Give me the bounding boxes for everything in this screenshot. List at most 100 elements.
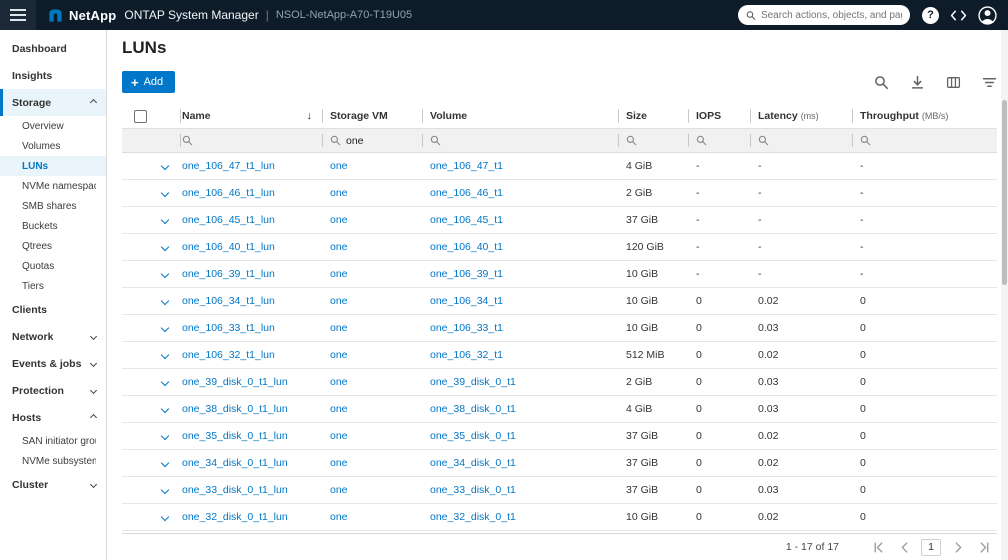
menu-icon[interactable] [0,0,36,30]
lun-name-link[interactable]: one_34_disk_0_t1_lun [182,457,288,469]
storage-vm-link[interactable]: one [330,403,348,415]
sidebar-item-volumes[interactable]: Volumes [0,136,106,156]
volume-link[interactable]: one_38_disk_0_t1 [430,403,516,415]
sidebar-item-clients[interactable]: Clients [0,296,106,323]
lun-name-link[interactable]: one_106_47_t1_lun [182,160,275,172]
lun-name-link[interactable]: one_106_46_t1_lun [182,187,275,199]
table-row[interactable]: one_34_disk_0_t1_lun one one_34_disk_0_t… [122,450,997,477]
lun-name-link[interactable]: one_106_45_t1_lun [182,214,275,226]
lun-name-link[interactable]: one_35_disk_0_t1_lun [182,430,288,442]
code-button[interactable] [950,9,967,22]
column-header-iops[interactable]: IOPS [688,104,750,128]
add-button[interactable]: + Add [122,71,176,93]
volume-link[interactable]: one_32_disk_0_t1 [430,511,516,523]
expand-row-icon[interactable] [160,350,170,360]
row-expand-cell[interactable] [150,477,180,503]
expand-row-icon[interactable] [160,458,170,468]
sidebar-item-tiers[interactable]: Tiers [0,276,106,296]
search-icon[interactable] [874,75,889,90]
lun-name-link[interactable]: one_106_40_t1_lun [182,241,275,253]
sidebar-item-storage[interactable]: Storage [0,89,106,116]
row-expand-cell[interactable] [150,288,180,314]
row-expand-cell[interactable] [150,342,180,368]
storage-vm-link[interactable]: one [330,214,348,226]
sort-desc-icon[interactable]: ↓ [307,110,313,122]
table-row[interactable]: one_106_34_t1_lun one one_106_34_t1 10 G… [122,288,997,315]
storage-vm-link[interactable]: one [330,268,348,280]
row-expand-cell[interactable] [150,261,180,287]
sidebar-item-dashboard[interactable]: Dashboard [0,35,106,62]
volume-link[interactable]: one_35_disk_0_t1 [430,430,516,442]
table-row[interactable]: one_38_disk_0_t1_lun one one_38_disk_0_t… [122,396,997,423]
row-expand-cell[interactable] [150,450,180,476]
storage-vm-link[interactable]: one [330,295,348,307]
storage-vm-link[interactable]: one [330,511,348,523]
sidebar-item-qtrees[interactable]: Qtrees [0,236,106,256]
sidebar-item-san-initiator-groups[interactable]: SAN initiator groups [0,431,106,451]
expand-row-icon[interactable] [160,485,170,495]
volume-link[interactable]: one_33_disk_0_t1 [430,484,516,496]
storage-vm-link[interactable]: one [330,322,348,334]
storage-vm-link[interactable]: one [330,241,348,253]
global-search[interactable] [738,5,910,25]
table-row[interactable]: one_106_45_t1_lun one one_106_45_t1 37 G… [122,207,997,234]
expand-row-icon[interactable] [160,161,170,171]
lun-name-link[interactable]: one_106_33_t1_lun [182,322,275,334]
column-header-storage-vm[interactable]: Storage VM [322,104,422,128]
table-row[interactable]: one_106_47_t1_lun one one_106_47_t1 4 Gi… [122,153,997,180]
table-row[interactable]: one_106_40_t1_lun one one_106_40_t1 120 … [122,234,997,261]
vertical-scrollbar[interactable] [1001,30,1008,560]
storage-vm-link[interactable]: one [330,160,348,172]
volume-link[interactable]: one_106_46_t1 [430,187,503,199]
row-expand-cell[interactable] [150,180,180,206]
volume-link[interactable]: one_34_disk_0_t1 [430,457,516,469]
sidebar-item-buckets[interactable]: Buckets [0,216,106,236]
current-page-input[interactable]: 1 [921,538,941,556]
table-row[interactable]: one_32_disk_0_t1_lun one one_32_disk_0_t… [122,504,997,531]
sidebar-item-network[interactable]: Network [0,323,106,350]
row-expand-cell[interactable] [150,315,180,341]
expand-row-icon[interactable] [160,269,170,279]
sidebar-item-nvme-namespaces[interactable]: NVMe namespaces [0,176,106,196]
table-row[interactable]: one_106_32_t1_lun one one_106_32_t1 512 … [122,342,997,369]
sidebar-item-luns[interactable]: LUNs [0,156,106,176]
lun-name-link[interactable]: one_106_39_t1_lun [182,268,275,280]
column-header-name[interactable]: Name ↓ [180,104,322,128]
row-expand-cell[interactable] [150,423,180,449]
sidebar-item-hosts[interactable]: Hosts [0,404,106,431]
row-expand-cell[interactable] [150,369,180,395]
previous-page-button[interactable] [895,538,913,556]
select-all-checkbox[interactable] [133,109,147,123]
storage-vm-link[interactable]: one [330,484,348,496]
table-row[interactable]: one_106_46_t1_lun one one_106_46_t1 2 Gi… [122,180,997,207]
column-header-volume[interactable]: Volume [422,104,618,128]
scrollbar-thumb[interactable] [1002,100,1007,285]
row-expand-cell[interactable] [150,207,180,233]
lun-name-link[interactable]: one_106_32_t1_lun [182,349,275,361]
table-row[interactable]: one_35_disk_0_t1_lun one one_35_disk_0_t… [122,423,997,450]
volume-link[interactable]: one_106_39_t1 [430,268,503,280]
expand-row-icon[interactable] [160,296,170,306]
table-row[interactable]: one_39_disk_0_t1_lun one one_39_disk_0_t… [122,369,997,396]
download-icon[interactable] [910,75,925,90]
storage-vm-link[interactable]: one [330,376,348,388]
column-header-size[interactable]: Size [618,104,688,128]
iops-filter[interactable] [688,129,750,152]
size-filter[interactable] [618,129,688,152]
table-row[interactable]: one_106_33_t1_lun one one_106_33_t1 10 G… [122,315,997,342]
latency-filter[interactable] [750,129,852,152]
first-page-button[interactable] [869,538,887,556]
lun-name-link[interactable]: one_39_disk_0_t1_lun [182,376,288,388]
row-expand-cell[interactable] [150,234,180,260]
expand-row-icon[interactable] [160,377,170,387]
expand-row-icon[interactable] [160,323,170,333]
storage-vm-filter[interactable]: one [322,129,422,152]
account-button[interactable] [978,5,997,25]
volume-link[interactable]: one_106_45_t1 [430,214,503,226]
volume-link[interactable]: one_106_32_t1 [430,349,503,361]
volume-link[interactable]: one_106_40_t1 [430,241,503,253]
sidebar-item-cluster[interactable]: Cluster [0,471,106,498]
storage-vm-link[interactable]: one [330,187,348,199]
storage-vm-link[interactable]: one [330,457,348,469]
row-expand-cell[interactable] [150,396,180,422]
